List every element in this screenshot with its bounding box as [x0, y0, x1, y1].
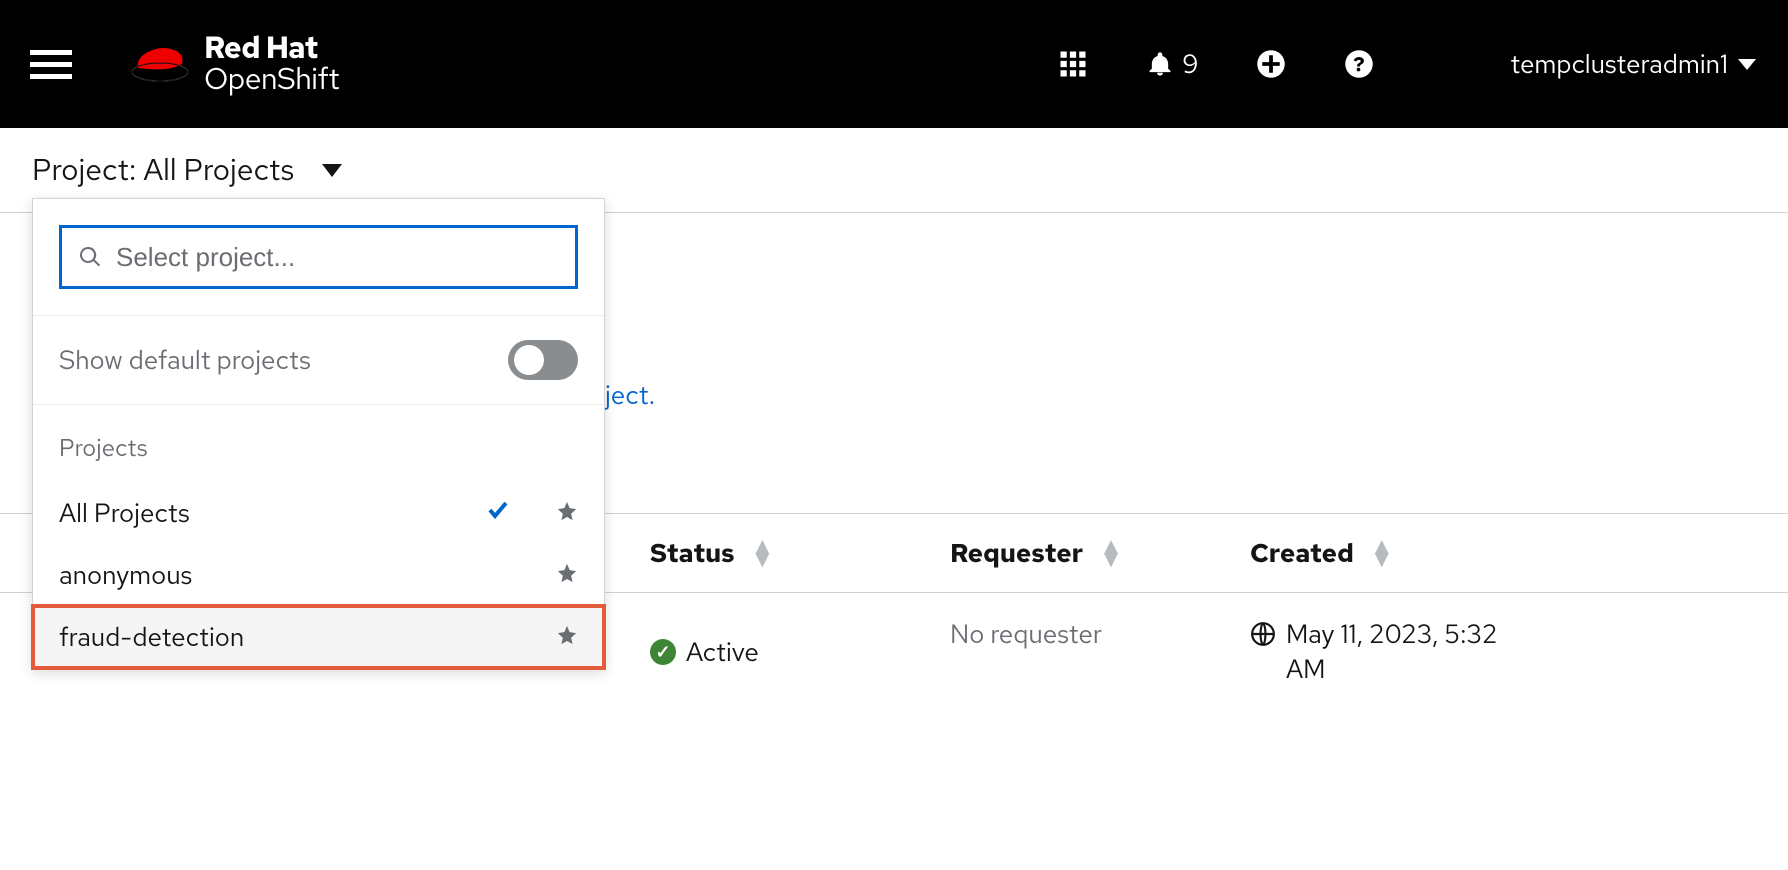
show-default-projects-label: Show default projects: [59, 343, 311, 377]
project-search-field[interactable]: [59, 225, 578, 289]
help-button[interactable]: ?: [1344, 49, 1374, 79]
show-default-projects-row: Show default projects: [33, 316, 604, 405]
brand-name-bottom: OpenShift: [204, 64, 339, 96]
user-menu-toggle[interactable]: tempclusteradmin1: [1510, 47, 1756, 81]
notifications-button[interactable]: 9: [1146, 47, 1198, 81]
question-circle-icon: ?: [1344, 49, 1374, 79]
current-username: tempclusteradmin1: [1510, 47, 1728, 81]
sort-icon: ▲▼: [1370, 540, 1394, 566]
partial-link-text[interactable]: ject.: [605, 378, 655, 412]
project-current-value: All Projects: [143, 150, 294, 190]
project-search-input[interactable]: [116, 242, 559, 273]
project-option-label: All Projects: [59, 496, 486, 530]
cell-requester: No requester: [950, 617, 1250, 687]
caret-down-icon: [322, 164, 342, 177]
column-header-status[interactable]: Status ▲▼: [650, 536, 950, 570]
project-option-label: fraud-detection: [59, 620, 556, 654]
show-default-projects-switch[interactable]: [508, 340, 578, 380]
svg-text:?: ?: [1354, 51, 1365, 79]
globe-icon: [1250, 621, 1276, 647]
projects-section-label: Projects: [33, 405, 604, 482]
bell-icon: [1146, 50, 1174, 78]
star-icon[interactable]: [556, 558, 578, 592]
column-header-created[interactable]: Created ▲▼: [1250, 536, 1550, 570]
project-option-anonymous[interactable]: anonymous: [33, 544, 604, 606]
brand-logo[interactable]: Red Hat OpenShift: [130, 33, 339, 96]
cell-status: Active: [650, 617, 950, 687]
sort-icon: ▲▼: [1099, 540, 1123, 566]
caret-down-icon: [1738, 59, 1756, 70]
sort-icon: ▲▼: [750, 540, 774, 566]
app-launcher-button[interactable]: [1058, 49, 1088, 79]
project-dropdown-panel: Show default projects Projects All Proje…: [32, 198, 605, 669]
project-selector-toggle[interactable]: Project: All Projects: [32, 150, 1788, 190]
plus-circle-icon: [1256, 49, 1286, 79]
notification-count: 9: [1182, 47, 1198, 81]
red-hat-fedora-icon: [130, 42, 190, 86]
search-icon: [78, 245, 102, 269]
project-option-fraud-detection[interactable]: fraud-detection: [33, 606, 604, 668]
status-ok-icon: [650, 639, 676, 665]
top-navigation-bar: Red Hat OpenShift 9: [0, 0, 1788, 128]
project-option-label: anonymous: [59, 558, 556, 592]
grid-icon: [1058, 49, 1088, 79]
project-option-all[interactable]: All Projects: [33, 482, 604, 544]
quick-add-button[interactable]: [1256, 49, 1286, 79]
hamburger-menu-button[interactable]: [30, 42, 74, 86]
star-icon[interactable]: [556, 620, 578, 654]
project-label-prefix: Project:: [32, 150, 136, 190]
cell-created: May 11, 2023, 5:32 AM: [1250, 617, 1550, 687]
column-header-requester[interactable]: Requester ▲▼: [950, 536, 1250, 570]
star-icon[interactable]: [556, 496, 578, 530]
check-icon: [486, 496, 510, 530]
